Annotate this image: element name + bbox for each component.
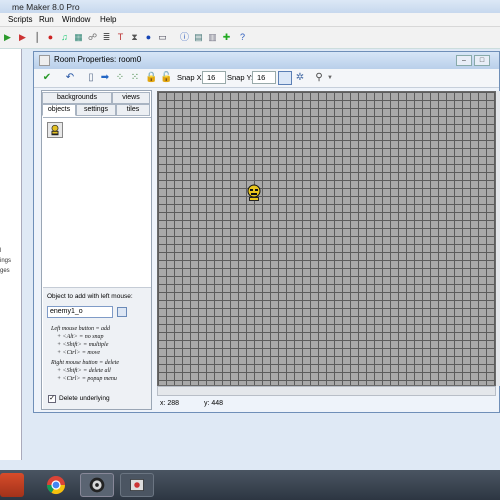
help-text: + <Shift> = delete all bbox=[57, 368, 111, 374]
ok-checkmark-icon[interactable]: ✔ bbox=[41, 72, 53, 84]
clear-room-icon[interactable]: ▯ bbox=[85, 72, 97, 84]
tab-tiles[interactable]: tiles bbox=[116, 104, 150, 116]
add-icon[interactable]: ✚ bbox=[220, 31, 233, 44]
sort-y-icon[interactable]: ⁙ bbox=[129, 72, 141, 84]
tab-views[interactable]: views bbox=[112, 92, 150, 104]
object-selector-field[interactable]: enemy1_o bbox=[47, 306, 113, 318]
undo-icon[interactable]: ↶ bbox=[64, 72, 76, 84]
grid-toggle-icon[interactable] bbox=[278, 71, 292, 85]
help-text: + <Ctrl> = move bbox=[57, 350, 101, 356]
isometric-grid-icon[interactable]: ✲ bbox=[294, 72, 306, 84]
snap-y-input[interactable]: 16 bbox=[252, 71, 276, 84]
font-icon[interactable]: T bbox=[114, 31, 127, 44]
object-thumbnail-icon[interactable] bbox=[47, 122, 63, 138]
chrome-icon[interactable] bbox=[41, 473, 71, 497]
help-text: Left mouse button = add bbox=[51, 326, 111, 332]
script-icon[interactable]: ≣ bbox=[100, 31, 113, 44]
resource-item[interactable]: ings bbox=[0, 258, 11, 264]
help-icon[interactable]: ? bbox=[236, 31, 249, 44]
delete-underlying-label: Delete underlying bbox=[59, 395, 110, 402]
path-icon[interactable]: ☍ bbox=[86, 31, 99, 44]
object-icon[interactable]: ● bbox=[142, 31, 155, 44]
snap-x-input[interactable]: 16 bbox=[202, 71, 226, 84]
chevron-down-icon[interactable]: ▼ bbox=[324, 72, 336, 84]
room-title-bar: Room Properties: room0 – □ bbox=[34, 52, 499, 69]
timeline-icon[interactable]: ⧗ bbox=[128, 31, 141, 44]
status-y: y: 448 bbox=[204, 400, 224, 407]
menu-scripts[interactable]: Scripts bbox=[8, 15, 32, 24]
vertical-scrollbar[interactable] bbox=[496, 91, 500, 386]
maximize-button[interactable]: □ bbox=[474, 55, 490, 66]
add-object-label: Object to add with left mouse: bbox=[47, 293, 133, 300]
minimize-button[interactable]: – bbox=[456, 55, 472, 66]
snap-y-label: Snap Y: bbox=[227, 73, 254, 82]
menu-window[interactable]: Window bbox=[62, 15, 90, 24]
room-window-icon bbox=[39, 55, 50, 66]
resource-item[interactable]: ges bbox=[0, 268, 10, 274]
start-button[interactable] bbox=[0, 473, 24, 497]
room-properties-window: Room Properties: room0 – □ ✔ ↶ ▯ ➡ ⁘ ⁙ 🔒… bbox=[33, 51, 500, 413]
help-text: Right mouse button = delete bbox=[51, 360, 120, 366]
tab-objects[interactable]: objects bbox=[42, 104, 76, 116]
room-tab-panel: backgrounds views objects settings tiles… bbox=[41, 90, 152, 410]
tab-settings[interactable]: settings bbox=[76, 104, 116, 116]
lock-all-icon[interactable]: 🔒 bbox=[145, 72, 157, 84]
sort-x-icon[interactable]: ⁘ bbox=[114, 72, 126, 84]
settings-icon[interactable]: ▤ bbox=[192, 31, 205, 44]
room-toolbar: ✔ ↶ ▯ ➡ ⁘ ⁙ 🔒 🔓 Snap X: 16 Snap Y: 16 ✲ … bbox=[34, 69, 499, 88]
tab-backgrounds[interactable]: backgrounds bbox=[42, 92, 112, 104]
help-text: + <Ctrl> = popup menu bbox=[57, 376, 117, 382]
room-window-title: Room Properties: room0 bbox=[54, 55, 142, 64]
extensions-icon[interactable]: ▥ bbox=[206, 31, 219, 44]
run-icon[interactable]: ▶ bbox=[1, 31, 14, 44]
main-toolbar: ▶ ▶ │ ● ♫ ▦ ☍ ≣ T ⧗ ● ▭ ⓘ ▤ ▥ ✚ ? bbox=[0, 27, 500, 49]
delete-underlying-checkbox[interactable]: ✓ bbox=[48, 395, 56, 403]
add-object-panel: Object to add with left mouse: enemy1_o … bbox=[43, 287, 151, 409]
objects-list[interactable] bbox=[43, 117, 151, 287]
snap-x-label: Snap X: bbox=[177, 73, 204, 82]
room-window-taskbar-icon[interactable] bbox=[120, 473, 154, 497]
room-canvas[interactable] bbox=[157, 91, 496, 386]
help-text: + <Shift> = multiple bbox=[57, 342, 109, 348]
room-icon[interactable]: ▭ bbox=[156, 31, 169, 44]
taskbar bbox=[0, 470, 500, 500]
debug-run-icon[interactable]: ▶ bbox=[16, 31, 29, 44]
status-x: x: 288 bbox=[160, 400, 180, 407]
unlock-all-icon[interactable]: 🔓 bbox=[160, 72, 172, 84]
resource-tree: l ings ges bbox=[0, 49, 22, 460]
sound-icon[interactable]: ♫ bbox=[58, 31, 71, 44]
enemy-instance-icon[interactable] bbox=[246, 184, 262, 202]
app-title: me Maker 8.0 Pro bbox=[0, 0, 500, 13]
menu-run[interactable]: Run bbox=[39, 15, 54, 24]
background-icon[interactable]: ▦ bbox=[72, 31, 85, 44]
shift-instances-icon[interactable]: ➡ bbox=[99, 72, 111, 84]
sprite-icon[interactable]: ● bbox=[44, 31, 57, 44]
game-maker-taskbar-icon[interactable] bbox=[80, 473, 114, 497]
info-icon[interactable]: ⓘ bbox=[178, 31, 191, 44]
help-text: + <Alt> = no snap bbox=[57, 334, 104, 340]
separator-icon: │ bbox=[34, 32, 41, 42]
resource-item[interactable]: l bbox=[0, 248, 1, 254]
menu-bar: Scripts Run Window Help bbox=[0, 13, 500, 27]
object-picker-icon[interactable] bbox=[117, 307, 127, 317]
horizontal-scrollbar[interactable] bbox=[157, 386, 496, 396]
menu-help[interactable]: Help bbox=[100, 15, 116, 24]
